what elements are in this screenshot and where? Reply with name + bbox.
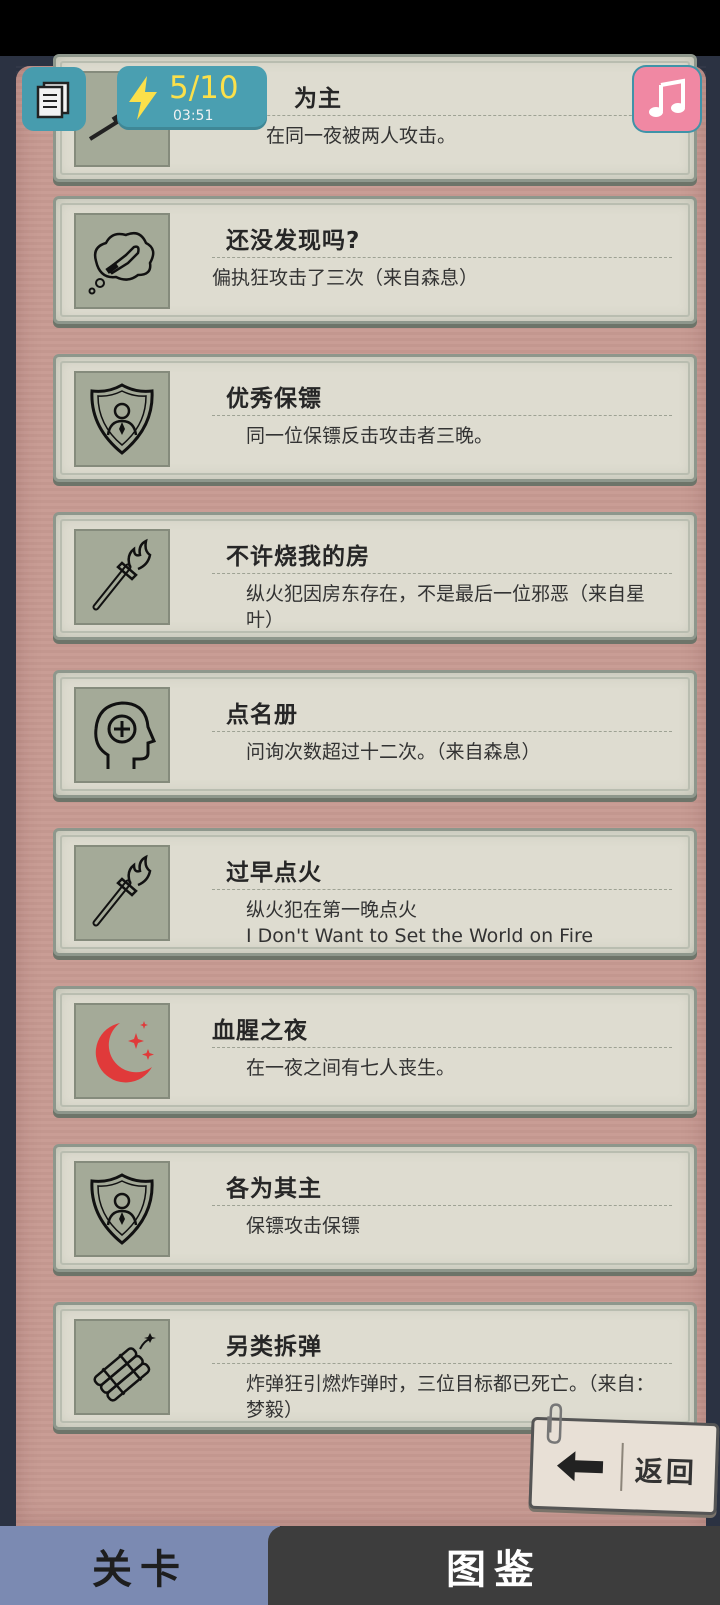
achievement-desc: 纵火犯在第一晚点火 I Don't Want to Set the World … — [246, 899, 594, 947]
back-label: 返回 — [634, 1454, 698, 1490]
achievement-desc: 问询次数超过十二次。（来自森息） — [246, 741, 541, 763]
achievement-desc: 同一位保镖反击攻击者三晚。 — [246, 425, 494, 447]
paperclip-icon — [546, 1403, 563, 1444]
lightning-icon — [129, 76, 157, 120]
divider — [212, 889, 672, 890]
achievement-icon-frame — [74, 1319, 170, 1415]
divider — [212, 257, 672, 258]
achievement-card[interactable]: 血腥之夜 在一夜之间有七人丧生。 — [53, 986, 697, 1114]
achievement-icon-frame — [74, 213, 170, 309]
achievement-title: 优秀保镖 — [226, 386, 322, 412]
music-button[interactable] — [634, 67, 700, 131]
achievement-title: 为主 — [294, 86, 342, 112]
thought-knife-icon — [88, 232, 155, 295]
dynamite-icon — [93, 1333, 156, 1402]
achievement-card[interactable]: 点名册 问询次数超过十二次。（来自森息） — [53, 670, 697, 798]
achievement-title: 各为其主 — [226, 1176, 322, 1202]
achievement-title: 另类拆弹 — [226, 1334, 322, 1360]
achievement-desc: 在同一夜被两人攻击。 — [266, 125, 457, 147]
energy-timer: 03:51 — [173, 108, 214, 124]
music-note-icon — [649, 78, 685, 117]
achievement-icon-frame — [74, 687, 170, 783]
divider — [212, 1363, 672, 1364]
divider — [212, 415, 672, 416]
back-button[interactable]: 返回 — [528, 1403, 720, 1516]
achievement-desc: 偏执狂攻击了三次（来自森息） — [212, 267, 479, 289]
achievement-panel: 为主 在同一夜被两人攻击。 还没发现吗? 偏执狂攻击了三次（来自森息） 优秀保镖… — [16, 54, 706, 1526]
red-moon-icon — [95, 1021, 154, 1083]
achievement-icon-frame — [74, 845, 170, 941]
divider — [212, 731, 672, 732]
divider — [620, 1442, 624, 1491]
torch-icon — [92, 854, 152, 927]
achievement-title: 点名册 — [226, 702, 298, 728]
status-bar — [0, 0, 720, 56]
divider — [212, 573, 672, 574]
tab-levels[interactable]: 关卡 — [0, 1526, 280, 1605]
torch-icon — [92, 538, 152, 611]
achievement-title: 血腥之夜 — [212, 1018, 308, 1044]
achievement-card[interactable]: 优秀保镖 同一位保镖反击攻击者三晚。 — [53, 354, 697, 482]
divider — [212, 1047, 672, 1048]
energy-badge[interactable]: 5/10 03:51 — [117, 66, 267, 130]
bodyguard-shield-icon — [90, 1173, 154, 1245]
achievement-card[interactable]: 不许烧我的房 纵火犯因房东存在，不是最后一位邪恶（来自星叶） — [53, 512, 697, 640]
achievement-card[interactable]: 过早点火 纵火犯在第一晚点火 I Don't Want to Set the W… — [53, 828, 697, 956]
achievement-card[interactable]: 各为其主 保镖攻击保镖 — [53, 1144, 697, 1272]
achievement-desc: 炸弹狂引燃炸弹时，三位目标都已死亡。（来自：梦毅） — [246, 1373, 655, 1421]
energy-count: 5/10 — [169, 70, 239, 106]
achievement-title: 过早点火 — [226, 860, 322, 886]
achievement-icon-frame — [74, 371, 170, 467]
notes-icon — [36, 81, 70, 119]
achievement-card[interactable]: 还没发现吗? 偏执狂攻击了三次（来自森息） — [53, 196, 697, 324]
head-plus-icon — [94, 701, 157, 769]
achievement-icon-frame — [74, 529, 170, 625]
achievement-card[interactable]: 另类拆弹 炸弹狂引燃炸弹时，三位目标都已死亡。（来自：梦毅） — [53, 1302, 697, 1430]
achievement-desc: 纵火犯因房东存在，不是最后一位邪恶（来自星叶） — [246, 583, 646, 631]
back-arrow-icon — [556, 1451, 604, 1482]
tab-codex[interactable]: 图鉴 — [268, 1526, 720, 1605]
achievement-icon-frame — [74, 1161, 170, 1257]
divider — [212, 1205, 672, 1206]
achievement-icon-frame — [74, 1003, 170, 1099]
divider — [212, 115, 672, 116]
achievement-desc: 在一夜之间有七人丧生。 — [246, 1057, 456, 1079]
notes-button[interactable] — [22, 67, 86, 131]
bodyguard-shield-icon — [90, 383, 154, 455]
achievement-title: 不许烧我的房 — [226, 544, 370, 570]
achievement-title: 还没发现吗? — [226, 228, 361, 254]
achievement-desc: 保镖攻击保镖 — [246, 1215, 361, 1237]
